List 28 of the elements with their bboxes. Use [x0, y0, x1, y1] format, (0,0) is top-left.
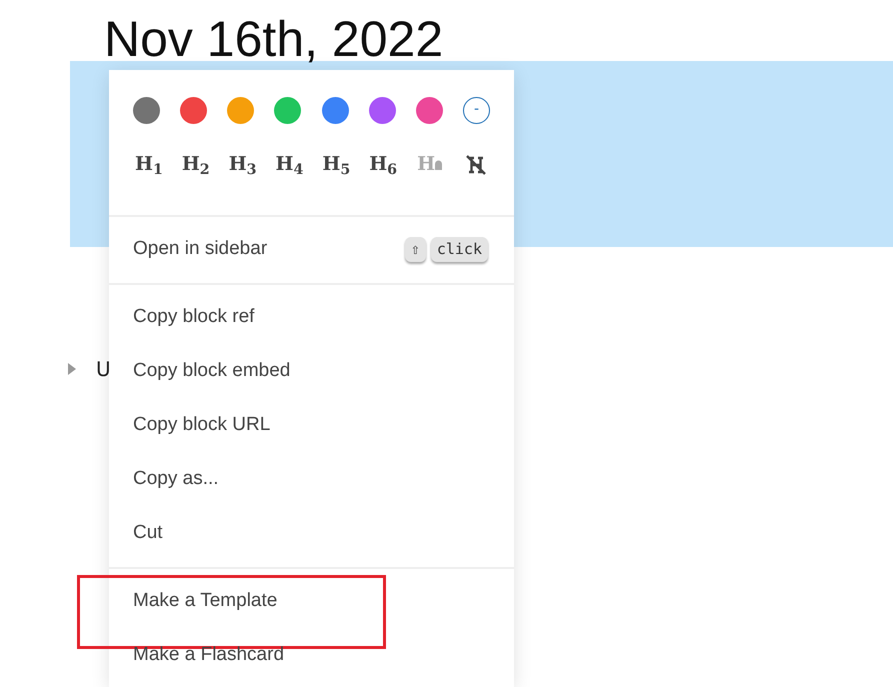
block-text: U [96, 356, 111, 383]
color-swatch[interactable] [133, 97, 160, 124]
color-swatch[interactable] [368, 97, 396, 124]
heading-button[interactable]: H$_{5}$ [322, 150, 350, 178]
shortcut-key: ⇧ [404, 237, 426, 262]
menu-item[interactable]: Copy block URL [133, 411, 270, 440]
heading-button[interactable]: H$_{3}$ [228, 150, 256, 178]
heading-button[interactable]: H$_{4}$ [276, 150, 303, 178]
menu-item[interactable]: Open in sidebar [133, 235, 268, 264]
heading-button[interactable]: H$_{2}$ [182, 150, 209, 178]
heading-button[interactable]: H$_{6}$ [369, 150, 396, 178]
color-swatch[interactable] [274, 97, 302, 124]
menu-item[interactable]: Copy block ref [133, 303, 254, 332]
arch-icon [435, 160, 442, 170]
menu-item[interactable]: Make a Flashcard [133, 641, 284, 670]
color-swatch[interactable] [416, 97, 443, 124]
page-title: Nov 16th, 2022 [103, 10, 444, 67]
shortcut-key: click [430, 237, 488, 262]
menu-item[interactable]: Copy as... [133, 465, 219, 494]
color-swatch[interactable] [322, 97, 349, 124]
bullet-arrow-icon[interactable] [68, 363, 76, 375]
menu-item[interactable]: Cut [133, 519, 163, 548]
heading-button[interactable]: H$_{1}$ [135, 150, 162, 178]
color-swatch[interactable] [227, 97, 254, 124]
color-swatch[interactable] [180, 97, 208, 124]
clear-color-button[interactable]: - [462, 97, 490, 124]
menu-item[interactable]: Make a Template [133, 587, 278, 616]
menu-item[interactable]: Copy block embed [133, 357, 290, 386]
